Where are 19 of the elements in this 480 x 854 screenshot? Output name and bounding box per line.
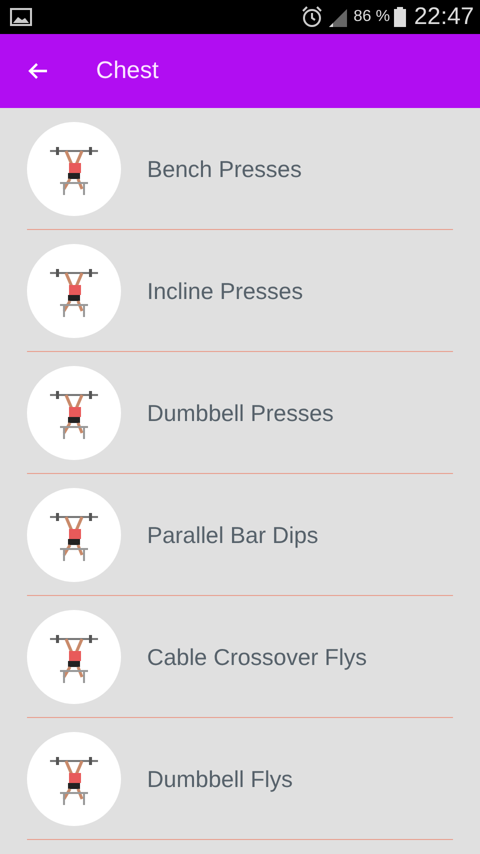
battery-percent: 86 %: [353, 8, 390, 26]
exercise-list-item[interactable]: Incline Presses: [27, 230, 453, 352]
exercise-list-item[interactable]: Bench Presses: [27, 108, 453, 230]
clock-time: 22:47: [414, 3, 474, 31]
screen-title: Chest: [96, 57, 159, 85]
signal-icon: [327, 7, 348, 27]
exercise-name: Cable Crossover Flys: [147, 644, 367, 670]
exercise-name: Parallel Bar Dips: [147, 522, 318, 548]
exercise-list-item[interactable]: Dumbbell Flys: [27, 718, 453, 840]
battery-icon: [394, 7, 406, 27]
gallery-icon: [10, 8, 32, 26]
exercise-list-item[interactable]: Dumbbell Presses: [27, 352, 453, 474]
exercise-name: Dumbbell Flys: [147, 766, 293, 792]
exercise-name: Dumbbell Presses: [147, 400, 334, 426]
exercise-list-item[interactable]: Parallel Bar Dips: [27, 474, 453, 596]
exercise-name: Bench Presses: [147, 156, 302, 182]
alarm-clock-icon: [301, 6, 324, 28]
exercise-name: Incline Presses: [147, 278, 303, 304]
exercise-list-item[interactable]: Cable Crossover Flys: [27, 596, 453, 718]
